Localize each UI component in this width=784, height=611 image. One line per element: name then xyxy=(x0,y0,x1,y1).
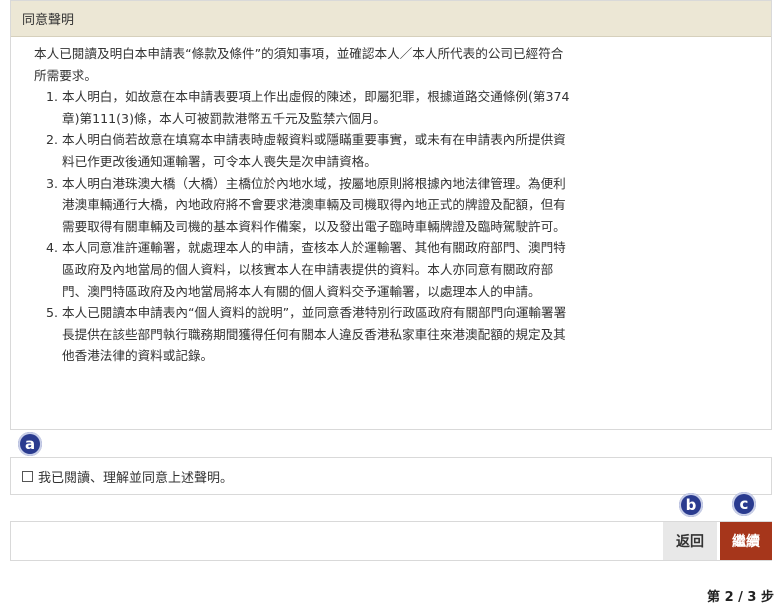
agree-row[interactable]: 我已閱讀、理解並同意上述聲明。 xyxy=(10,457,772,495)
agree-checkbox[interactable] xyxy=(22,470,33,482)
declaration-panel: 同意聲明 本人已閱讀及明白本申請表“條款及條件”的須知事項，並確認本人／本人所代… xyxy=(10,0,772,430)
panel-header: 同意聲明 xyxy=(11,1,771,37)
panel-title: 同意聲明 xyxy=(22,13,75,28)
continue-button[interactable]: 繼續 xyxy=(720,522,772,560)
list-item: 本人明白倘若故意在填寫本申請表時虛報資料或隱瞞重要事實，或未有在申請表內所提供資… xyxy=(62,129,574,172)
list-item: 本人同意准許運輸署，就處理本人的申請，查核本人於運輸署、其他有關政府部門、澳門特… xyxy=(62,237,574,302)
action-bar: 返回 繼續 xyxy=(10,521,772,561)
step-indicator: 第 2 / 3 步 xyxy=(707,590,774,605)
annotation-marker-c: c xyxy=(732,492,756,516)
annotation-marker-b: b xyxy=(679,493,703,517)
declaration-list: 本人明白，如故意在本申請表要項上作出虛假的陳述，即屬犯罪，根據道路交通條例(第3… xyxy=(34,86,574,367)
annotation-marker-a: a xyxy=(18,432,42,456)
list-item: 本人明白港珠澳大橋（大橋）主橋位於內地水域，按屬地原則將根據內地法律管理。為便利… xyxy=(62,173,574,238)
back-button[interactable]: 返回 xyxy=(663,522,717,560)
agree-label[interactable]: 我已閱讀、理解並同意上述聲明。 xyxy=(38,467,233,486)
list-item: 本人明白，如故意在本申請表要項上作出虛假的陳述，即屬犯罪，根據道路交通條例(第3… xyxy=(62,86,574,129)
declaration-text: 本人已閱讀及明白本申請表“條款及條件”的須知事項，並確認本人／本人所代表的公司已… xyxy=(11,37,584,367)
declaration-intro: 本人已閱讀及明白本申請表“條款及條件”的須知事項，並確認本人／本人所代表的公司已… xyxy=(34,46,564,83)
list-item: 本人已閱讀本申請表內“個人資料的說明”，並同意香港特別行政區政府有關部門向運輸署… xyxy=(62,302,574,367)
